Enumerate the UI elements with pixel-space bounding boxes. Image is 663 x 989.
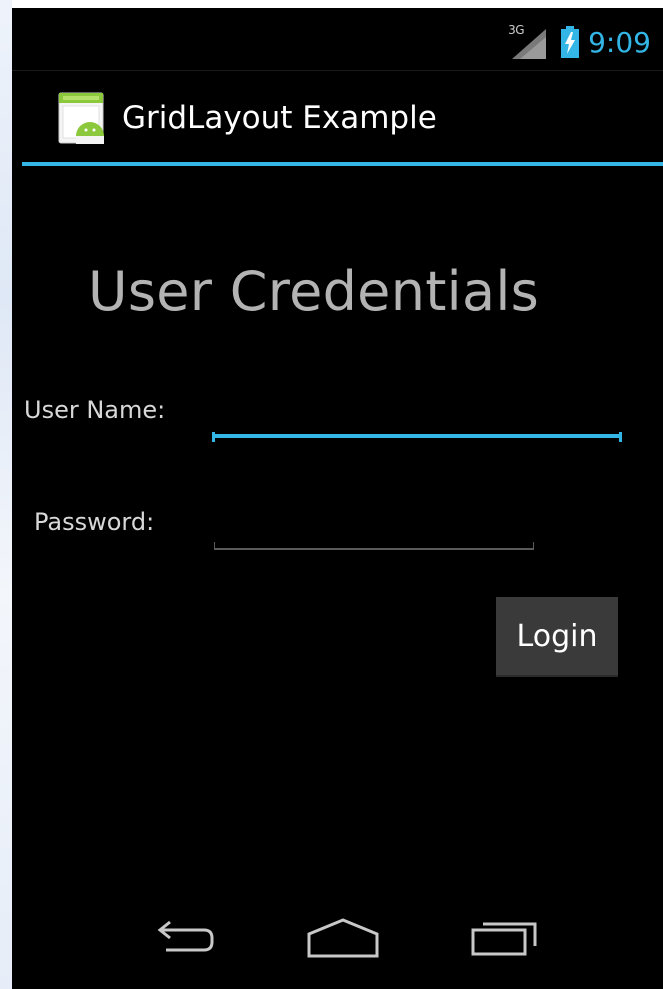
status-icons: 3G 9:09 [508,22,651,62]
network-indicator: 3G [508,23,548,59]
password-label: Password: [34,508,155,536]
android-app-icon[interactable] [58,92,104,144]
home-icon [307,918,379,958]
navigation-bar [12,878,663,989]
signal-icon [512,29,547,59]
status-bar: 3G 9:09 [12,8,663,71]
password-input[interactable] [214,514,534,550]
page-heading: User Credentials [88,260,540,323]
clock: 9:09 [588,25,651,59]
action-bar: GridLayout Example [12,72,663,162]
recents-icon [471,922,537,956]
home-button[interactable] [298,908,388,968]
back-icon [157,920,214,952]
desktop-background [0,0,12,989]
recents-button[interactable] [460,908,550,968]
username-input[interactable] [212,400,622,438]
app-title: GridLayout Example [122,100,437,136]
back-button[interactable] [138,908,228,968]
action-bar-divider [22,162,663,166]
phone-screen: 3G 9:09 GridLayout Example User Credenti… [12,8,663,989]
battery-charging-icon [561,26,580,58]
login-button[interactable]: Login [496,597,618,677]
username-label: User Name: [24,396,166,424]
